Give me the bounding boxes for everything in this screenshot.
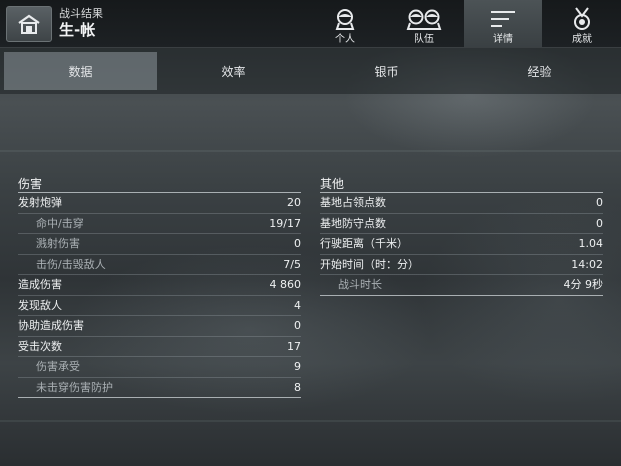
stat-value: 14:02 xyxy=(571,257,603,271)
stat-value: 9 xyxy=(294,360,301,373)
stat-row: 命中/击穿 19/17 xyxy=(18,214,301,234)
tab-efficiency[interactable]: 效率 xyxy=(157,52,310,90)
stat-row: 战斗时长 4分 9秒 xyxy=(320,275,603,296)
stat-value: 8 xyxy=(294,380,301,394)
stat-value: 7/5 xyxy=(283,257,301,271)
stat-label: 溅射伤害 xyxy=(36,237,80,250)
stat-value: 0 xyxy=(294,319,301,332)
stat-row: 发射炮弹 20 xyxy=(18,193,301,214)
stat-label: 伤害承受 xyxy=(36,360,80,373)
tab-credits[interactable]: 银币 xyxy=(310,52,463,90)
stat-value: 4 860 xyxy=(269,278,302,291)
damage-panel: 伤害 发射炮弹 20 命中/击穿 19/17 溅射伤害 0 击伤/击毁敌人 7/5 造成… xyxy=(18,176,301,398)
stat-row: 基地防守点数 0 xyxy=(320,214,603,234)
nav-personal-label: 个人 xyxy=(335,34,355,45)
stat-value: 0 xyxy=(596,216,603,230)
medal-icon xyxy=(574,7,590,30)
stat-value: 19/17 xyxy=(269,216,301,230)
stat-value: 1.04 xyxy=(578,237,604,250)
stat-label: 击伤/击毁敌人 xyxy=(36,257,106,271)
stat-label: 协助造成伤害 xyxy=(18,319,84,332)
stat-label: 发现敌人 xyxy=(18,298,62,312)
team-icon xyxy=(406,9,442,30)
stat-label: 未击穿伤害防护 xyxy=(36,380,113,394)
tab-data[interactable]: 数据 xyxy=(4,52,157,90)
stat-label: 受击次数 xyxy=(18,339,62,353)
top-bar: 战斗结果 生-帐 个人 队伍 详情 成就 xyxy=(0,0,621,48)
stat-value: 4 xyxy=(294,298,301,312)
stat-row: 基地占领点数 0 xyxy=(320,193,603,214)
stat-value: 0 xyxy=(294,237,301,250)
stat-label: 开始时间（时：分） xyxy=(320,257,419,271)
stat-value: 4分 9秒 xyxy=(563,278,604,291)
battle-result-label: 战斗结果 xyxy=(59,7,103,20)
stat-value: 20 xyxy=(287,196,301,209)
map-name: 生-帐 xyxy=(59,21,96,39)
stat-row: 溅射伤害 0 xyxy=(18,234,301,255)
stat-label: 基地防守点数 xyxy=(320,216,386,230)
subtab-bar: 数据 效率 银币 经验 xyxy=(0,48,621,94)
stat-value: 17 xyxy=(287,339,301,353)
person-icon xyxy=(335,9,355,30)
stat-label: 命中/击穿 xyxy=(36,216,84,230)
stat-row: 造成伤害 4 860 xyxy=(18,275,301,296)
stat-row: 发现敌人 4 xyxy=(18,296,301,316)
tab-experience[interactable]: 经验 xyxy=(463,52,616,90)
background-stripe xyxy=(0,150,621,152)
nav-achievements-label: 成就 xyxy=(572,34,592,45)
nav-team-label: 队伍 xyxy=(414,34,434,45)
background-stripe xyxy=(0,420,621,422)
other-section-title: 其他 xyxy=(320,176,603,193)
hangar-icon xyxy=(18,14,40,34)
stat-value: 0 xyxy=(596,196,603,209)
stat-row: 开始时间（时：分） 14:02 xyxy=(320,255,603,275)
stat-row: 未击穿伤害防护 8 xyxy=(18,378,301,398)
stat-row: 协助造成伤害 0 xyxy=(18,316,301,337)
damage-section-title: 伤害 xyxy=(18,176,301,193)
stat-label: 战斗时长 xyxy=(338,278,382,291)
stat-label: 造成伤害 xyxy=(18,278,62,291)
nav-details[interactable]: 详情 xyxy=(464,0,542,47)
stat-row: 击伤/击毁敌人 7/5 xyxy=(18,255,301,275)
stat-label: 基地占领点数 xyxy=(320,196,386,209)
nav-achievements[interactable]: 成就 xyxy=(543,0,621,47)
stat-row: 受击次数 17 xyxy=(18,337,301,357)
details-icon xyxy=(491,11,515,27)
nav-personal[interactable]: 个人 xyxy=(306,0,384,47)
other-panel: 其他 基地占领点数 0 基地防守点数 0 行驶距离（千米） 1.04 开始时间（时：分… xyxy=(320,176,603,296)
garage-button[interactable] xyxy=(6,6,52,42)
stat-label: 发射炮弹 xyxy=(18,196,62,209)
stat-row: 行驶距离（千米） 1.04 xyxy=(320,234,603,255)
stat-label: 行驶距离（千米） xyxy=(320,237,408,250)
battle-title-block: 战斗结果 生-帐 xyxy=(59,7,103,40)
stat-row: 伤害承受 9 xyxy=(18,357,301,378)
nav-team[interactable]: 队伍 xyxy=(385,0,463,47)
nav-details-label: 详情 xyxy=(493,34,513,45)
